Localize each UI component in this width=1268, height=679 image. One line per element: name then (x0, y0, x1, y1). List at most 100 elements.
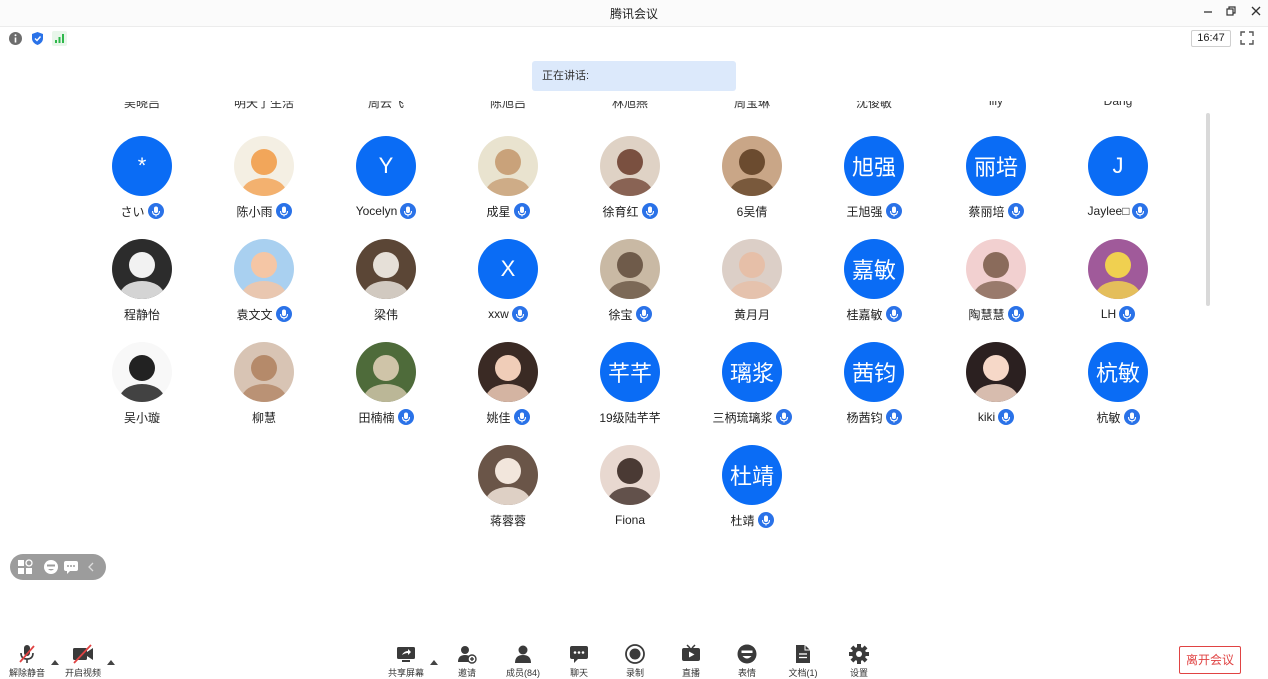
participant-name-row: 蔡丽培 (936, 202, 1056, 220)
avatar-initials: 茜钧 (851, 361, 896, 386)
clipped-name-text: 周云飞 (367, 101, 404, 110)
participant-tile[interactable]: * さい (82, 136, 202, 236)
mic-on-icon (998, 409, 1015, 425)
unmute-button[interactable]: 解除静音 (2, 643, 52, 679)
participant-tile[interactable]: 璃浆 三柄琉璃浆 (692, 342, 812, 442)
participant-tile[interactable]: 梁伟 (326, 239, 446, 339)
participant-name: 徐育红 (602, 204, 639, 219)
participant-tile[interactable]: 陶慧慧 (936, 239, 1056, 339)
participant-tile[interactable]: 杜靖 杜靖 (692, 445, 812, 540)
mic-on-icon (635, 306, 652, 322)
participant-name-row: 吴小璇 (82, 408, 202, 426)
invite-button[interactable]: 邀请 (442, 643, 492, 679)
window-title: 腾讯会议 (609, 7, 658, 21)
participant-tile[interactable]: Xxxw (448, 239, 568, 339)
network-signal-icon[interactable] (52, 31, 67, 46)
mic-on-icon (1007, 306, 1024, 322)
info-icon[interactable] (8, 31, 23, 46)
layout-grid-icon[interactable] (17, 559, 33, 575)
restore-icon (1226, 6, 1236, 16)
participant-grid[interactable]: 吴晓吕 明天了生活 周云飞 陈旭吕 林旭燕 周宝琳 沈俊敏 lily Dang * さい 陈小雨 Y Y… (0, 100, 1268, 540)
close-icon (1251, 6, 1261, 16)
settings-label: 设置 (849, 668, 868, 678)
participant-name-row: 19级陆芊芊 (570, 408, 690, 426)
participant-tile[interactable]: 柳慧 (204, 342, 324, 442)
participant-tile[interactable]: Y Yocelyn (326, 136, 446, 236)
participant-tile[interactable]: 丽培 蔡丽培 (936, 136, 1056, 236)
participant-avatar: 杭敏 (1088, 342, 1148, 402)
share-screen-button[interactable]: 共享屏幕 (381, 643, 431, 679)
record-button[interactable]: 录制 (610, 643, 660, 679)
restore-button[interactable] (1220, 3, 1242, 23)
speaking-label: 正在讲话: (542, 70, 590, 82)
avatar-initials: * (137, 153, 147, 178)
participant-tile[interactable]: 蒋蓉蓉 (448, 445, 568, 540)
avatar-initials: 旭强 (851, 155, 896, 180)
participant-name-row: LH (1058, 305, 1178, 323)
reactions-button[interactable]: 表情 (722, 643, 772, 679)
participant-tile[interactable]: LH (1058, 239, 1178, 339)
participant-tile[interactable]: 陈小雨 (204, 136, 324, 236)
participant-tile[interactable]: 徐宝 (570, 239, 690, 339)
chat-button[interactable]: 聊天 (554, 643, 604, 679)
participant-tile[interactable]: 黄月月 (692, 239, 812, 339)
participant-name: kiki (977, 410, 996, 424)
share-screen-label: 共享屏幕 (387, 668, 424, 678)
participant-tile[interactable]: 程静怡 (82, 239, 202, 339)
participant-tile[interactable]: 芊芊 19级陆芊芊 (570, 342, 690, 442)
clipped-participant-name: 周宝琳 (697, 101, 807, 115)
participant-tile[interactable]: kiki (936, 342, 1056, 442)
participant-tile[interactable]: 嘉敏 桂嘉敏 (814, 239, 934, 339)
mic-on-icon (1119, 306, 1136, 322)
participant-name-row: 6吴倩 (692, 202, 812, 220)
mic-on-icon (885, 409, 902, 425)
clipped-participant-name: 吴晓吕 (87, 101, 197, 115)
participant-name-row: 姚佳 (448, 408, 568, 426)
participant-tile[interactable]: 成星 (448, 136, 568, 236)
participant-avatar: 丽培 (966, 136, 1026, 196)
participant-tile[interactable]: 吴小璇 (82, 342, 202, 442)
avatar-initials: 芊芊 (607, 361, 652, 386)
participant-photo (478, 136, 538, 196)
floating-view-toolbar[interactable] (10, 554, 106, 580)
participant-name: 田楠楠 (358, 410, 395, 425)
chat-bubble-icon[interactable] (63, 559, 79, 575)
clipped-name-text: 林旭燕 (611, 101, 648, 110)
participant-tile[interactable]: J Jaylee□ (1058, 136, 1178, 236)
participant-tile[interactable]: 袁文文 (204, 239, 324, 339)
scrolled-row: 吴晓吕 明天了生活 周云飞 陈旭吕 林旭燕 周宝琳 沈俊敏 lily Dang (0, 100, 1268, 116)
grid-scrollbar[interactable] (1206, 113, 1210, 306)
docs-label: 文档(1) (788, 668, 818, 678)
participant-tile[interactable]: 姚佳 (448, 342, 568, 442)
video-options-caret[interactable] (107, 652, 115, 665)
share-options-caret[interactable] (430, 652, 438, 665)
participant-tile[interactable]: 旭强 王旭强 (814, 136, 934, 236)
participant-tile[interactable]: 茜钧 杨茜钧 (814, 342, 934, 442)
security-shield-icon[interactable] (30, 31, 45, 46)
collapse-chevron-icon[interactable] (85, 559, 97, 575)
emoji-icon[interactable] (43, 559, 59, 575)
members-button[interactable]: 成员(84) (498, 643, 548, 679)
minimize-button[interactable] (1197, 3, 1219, 23)
leave-meeting-button[interactable]: 离开会议 (1179, 646, 1241, 674)
participant-name: さい (120, 204, 145, 219)
mic-on-icon (885, 203, 902, 219)
participant-photo (478, 445, 538, 505)
close-button[interactable] (1245, 3, 1267, 23)
clipped-name-text: 明天了生活 (233, 101, 294, 110)
bottom-toolbar: 解除静音 开启视频 共享屏幕 邀请 成员(84) 聊天 录制 直播 表情 文档(… (0, 637, 1268, 679)
participant-tile[interactable]: 田楠楠 (326, 342, 446, 442)
settings-button[interactable]: 设置 (834, 643, 884, 679)
participant-name: 6吴倩 (736, 204, 768, 219)
start-video-button[interactable]: 开启视频 (58, 643, 108, 679)
participant-name: 杭敏 (1096, 410, 1121, 425)
participant-tile[interactable]: 6吴倩 (692, 136, 812, 236)
participant-tile[interactable]: 徐育红 (570, 136, 690, 236)
participant-tile[interactable]: Fiona (570, 445, 690, 540)
participant-name: 桂嘉敏 (846, 307, 883, 322)
fullscreen-icon[interactable] (1239, 30, 1255, 46)
participant-photo (234, 342, 294, 402)
docs-button[interactable]: 文档(1) (778, 643, 828, 679)
live-button[interactable]: 直播 (666, 643, 716, 679)
participant-tile[interactable]: 杭敏 杭敏 (1058, 342, 1178, 442)
